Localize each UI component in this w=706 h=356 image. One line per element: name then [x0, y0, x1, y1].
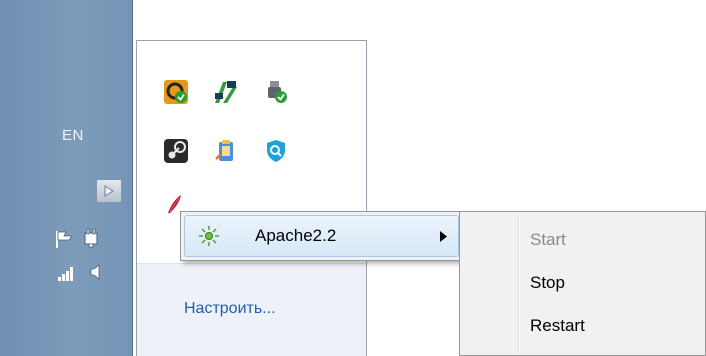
action-center-flag-icon[interactable]	[53, 228, 75, 250]
screen-recorder-icon[interactable]	[163, 79, 189, 105]
customize-link[interactable]: Настроить...	[184, 300, 276, 318]
submenu-restart[interactable]: Restart	[530, 316, 585, 336]
steam-icon[interactable]	[163, 138, 189, 164]
network-map-icon[interactable]	[213, 79, 239, 105]
submenu-start[interactable]: Start	[530, 230, 566, 250]
power-icon[interactable]	[80, 227, 102, 249]
network-signal-icon[interactable]	[56, 262, 78, 284]
menu-gutter-divider	[518, 215, 520, 353]
language-indicator[interactable]: EN	[62, 127, 102, 149]
running-status-icon	[199, 226, 219, 246]
clipboard-app-icon[interactable]	[213, 138, 239, 164]
triangle-right-icon	[104, 185, 114, 197]
overflow-footer: Настроить...	[137, 263, 366, 356]
volume-icon[interactable]	[88, 261, 106, 283]
shield-search-icon[interactable]	[263, 138, 289, 164]
usb-device-icon[interactable]	[263, 79, 289, 105]
submenu-stop[interactable]: Stop	[530, 273, 565, 293]
taskbar: EN	[0, 0, 133, 356]
apache-submenu: Start Stop Restart	[459, 211, 706, 356]
show-hidden-icons-button[interactable]	[96, 179, 122, 203]
notification-overflow-panel: Настроить...	[136, 40, 367, 356]
apache-context-menu: Apache2.2	[180, 211, 463, 261]
menu-item-label: Apache2.2	[255, 226, 337, 245]
menu-item-apache[interactable]: Apache2.2	[184, 215, 459, 257]
submenu-arrow-icon	[440, 231, 447, 242]
